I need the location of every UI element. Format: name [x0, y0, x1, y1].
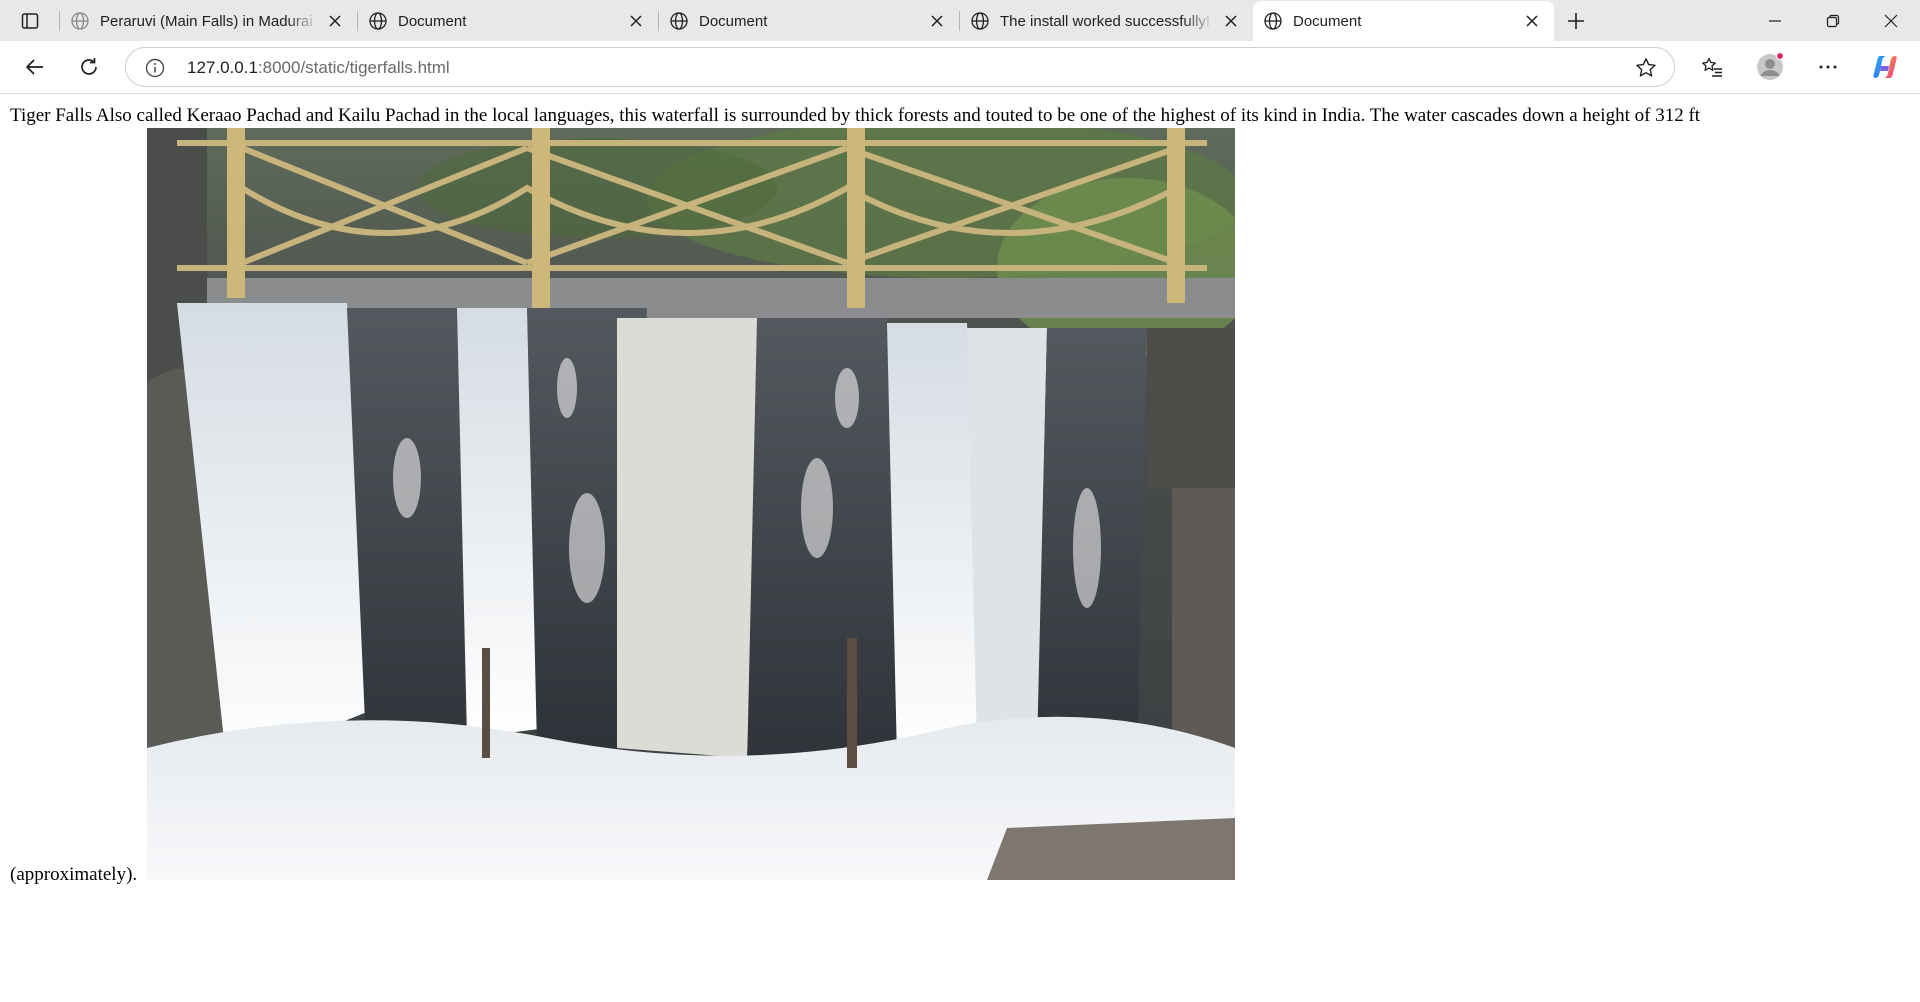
site-info-icon[interactable] — [144, 57, 166, 79]
tab-document-1[interactable]: Document — [358, 1, 658, 41]
globe-icon — [1264, 12, 1282, 30]
refresh-icon — [81, 58, 97, 75]
paragraph-ending: (approximately). — [10, 864, 138, 885]
waterfall-photo — [147, 128, 1236, 880]
close-tab-icon[interactable] — [325, 11, 345, 31]
browser-toolbar: 127.0.0.1:8000/static/tigerfalls.html — [0, 41, 1920, 94]
globe-icon — [369, 12, 387, 30]
new-tab-button[interactable] — [1556, 5, 1596, 37]
url-path: :8000/static/tigerfalls.html — [257, 58, 450, 77]
tiger-falls-paragraph: Tiger Falls Also called Keraao Pachad an… — [10, 104, 1910, 887]
tab-title: Document — [398, 12, 467, 30]
tab-document-2[interactable]: Document — [659, 1, 959, 41]
favorites-list-icon — [1702, 57, 1722, 77]
close-tab-icon[interactable] — [1522, 11, 1542, 31]
tab-title: Document — [1293, 12, 1362, 30]
refresh-button[interactable] — [69, 47, 109, 87]
url-text[interactable]: 127.0.0.1:8000/static/tigerfalls.html — [187, 57, 450, 79]
minimize-icon — [1769, 19, 1781, 22]
close-window-button[interactable] — [1862, 0, 1920, 41]
globe-icon — [670, 12, 688, 30]
back-arrow-icon — [26, 59, 43, 75]
url-host: 127.0.0.1 — [187, 58, 258, 77]
close-tab-icon[interactable] — [927, 11, 947, 31]
tab-strip: Peraruvi (Main Falls) in Madurai | Madur… — [0, 0, 1920, 41]
tab-title: The install worked successfully! Congrat… — [1000, 12, 1215, 30]
close-icon — [1884, 14, 1898, 27]
copilot-icon — [1873, 56, 1897, 78]
favorites-button[interactable] — [1692, 47, 1732, 87]
profile-button[interactable] — [1750, 47, 1790, 87]
globe-icon — [71, 12, 89, 30]
more-options-button[interactable] — [1808, 47, 1848, 87]
close-tab-icon[interactable] — [626, 11, 646, 31]
page-body: Tiger Falls Also called Keraao Pachad an… — [10, 104, 1910, 887]
avatar — [1757, 52, 1784, 80]
close-tab-icon[interactable] — [1221, 11, 1241, 31]
copilot-button[interactable] — [1865, 47, 1905, 87]
tab-actions-icon[interactable] — [8, 4, 52, 38]
plus-icon — [1568, 13, 1584, 29]
tab-peraruvi[interactable]: Peraruvi (Main Falls) in Madurai | Madur… — [60, 1, 357, 41]
restore-icon — [1826, 14, 1840, 27]
tab-title: Peraruvi (Main Falls) in Madurai | Madur… — [100, 12, 319, 30]
globe-icon — [971, 12, 989, 30]
favorite-star-icon[interactable] — [1634, 56, 1658, 80]
tab-title: Document — [699, 12, 768, 30]
address-bar[interactable]: 127.0.0.1:8000/static/tigerfalls.html — [125, 47, 1675, 87]
more-icon — [1819, 65, 1837, 69]
tab-document-active[interactable]: Document — [1253, 1, 1554, 41]
back-button[interactable] — [15, 47, 55, 87]
minimize-button[interactable] — [1746, 0, 1804, 41]
restore-button[interactable] — [1804, 0, 1862, 41]
paragraph-intro: Tiger Falls Also called Keraao Pachad an… — [10, 105, 1701, 126]
tab-install-success[interactable]: The install worked successfully! Congrat… — [960, 1, 1253, 41]
